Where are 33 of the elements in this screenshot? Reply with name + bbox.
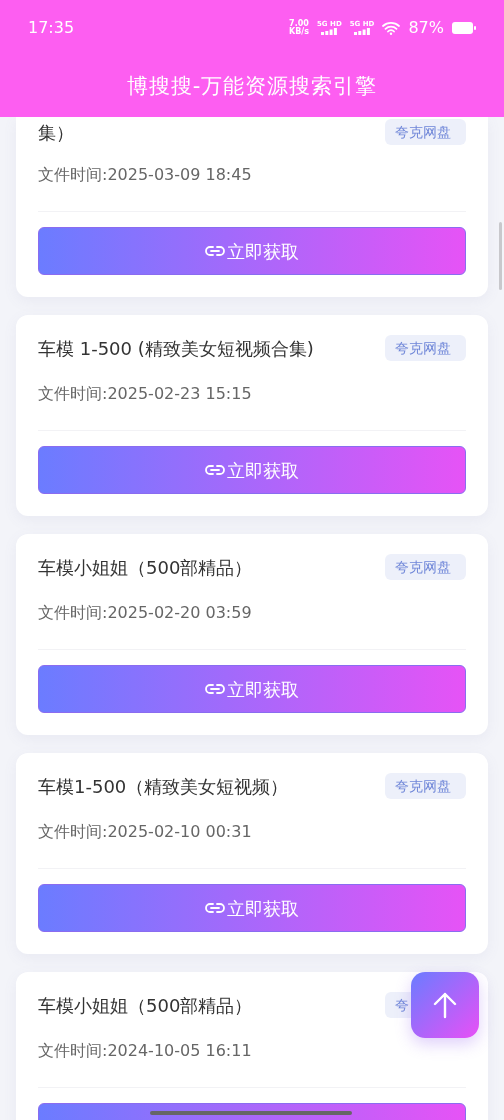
result-title: 车模小姐姐（500部精品）	[38, 556, 253, 580]
network-speed: 7.00 KB/s	[289, 19, 309, 36]
file-time: 文件时间:2024-10-05 16:11	[38, 1040, 253, 1062]
get-link-button[interactable]: 立即获取	[38, 227, 466, 275]
wifi-icon	[382, 20, 401, 35]
link-icon	[205, 683, 225, 695]
back-to-top-button[interactable]	[411, 972, 479, 1038]
result-title: 车模1-500（精致美女短视频）	[38, 775, 289, 799]
file-time: 文件时间:2025-02-10 00:31	[38, 821, 253, 843]
battery-level: 87%	[408, 16, 444, 39]
result-title: 集）	[38, 121, 74, 145]
source-tag: 夸克网盘	[385, 773, 466, 799]
signal-icon	[354, 28, 371, 35]
file-time: 文件时间:2025-03-09 18:45	[38, 164, 253, 186]
source-tag: 夸克网盘	[385, 335, 466, 361]
get-link-button[interactable]: 立即获取	[38, 884, 466, 932]
result-title: 车模 1-500 (精致美女短视频合集)	[38, 337, 314, 361]
signal-icon	[321, 28, 338, 35]
source-tag: 夸克网盘	[385, 119, 466, 145]
get-link-button[interactable]: 立即获取	[38, 446, 466, 494]
arrow-up-icon	[432, 991, 458, 1019]
result-title: 车模小姐姐（500部精品）	[38, 994, 253, 1018]
app-title: 博搜搜-万能资源搜索引擎	[125, 73, 379, 100]
file-time: 文件时间:2025-02-20 03:59	[38, 602, 253, 624]
file-time: 文件时间:2025-02-23 15:15	[38, 383, 253, 405]
get-link-button[interactable]: 立即获取	[38, 665, 466, 713]
scroll-bar	[499, 222, 502, 290]
link-icon	[205, 902, 225, 914]
link-icon	[205, 464, 225, 476]
link-icon	[205, 245, 225, 257]
status-time: 17:35	[28, 16, 75, 39]
source-tag: 夸克网盘	[385, 554, 466, 580]
battery-icon	[452, 21, 476, 34]
